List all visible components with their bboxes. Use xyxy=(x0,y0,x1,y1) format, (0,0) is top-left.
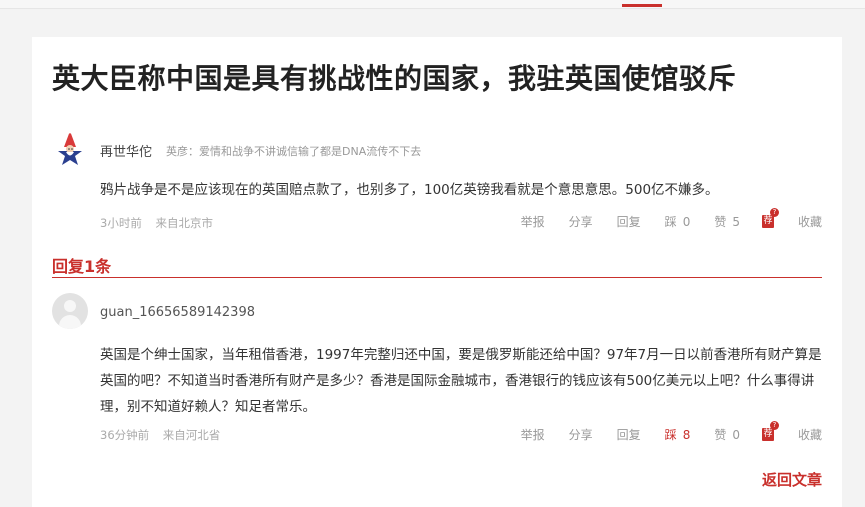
downvote-button[interactable]: 踩0 xyxy=(665,213,691,230)
comment-signature: 英彦：爱情和战争不讲诚信输了都是DNA流传不下去 xyxy=(166,145,422,158)
recommend-help-badge: ? xyxy=(769,421,779,430)
top-nav-bar xyxy=(0,0,865,9)
reply-time: 36分钟前 xyxy=(100,428,150,442)
recommend-badge-icon[interactable]: 荐? xyxy=(761,421,779,441)
upvote-count: 0 xyxy=(732,428,740,442)
reply-location: 来自河北省 xyxy=(162,428,221,442)
active-tab-indicator xyxy=(622,4,662,7)
reply-text: 英国是个绅士国家，当年租借香港，1997年完整归还中国，要是俄罗斯能还给中国？9… xyxy=(100,347,822,415)
reply-username[interactable]: guan_16656589142398 xyxy=(100,305,255,320)
replies-count-header: 回复1条 xyxy=(52,257,112,276)
recommend-label: 荐 xyxy=(763,429,773,439)
replies-divider xyxy=(52,277,822,278)
downvote-label: 踩 xyxy=(664,215,677,229)
downvote-button[interactable]: 踩8 xyxy=(665,426,691,443)
comment-meta: 3小时前 来自北京市 xyxy=(100,215,223,231)
upvote-button[interactable]: 赞5 xyxy=(714,213,740,230)
upvote-label: 赞 xyxy=(714,428,727,442)
report-button[interactable]: 举报 xyxy=(521,426,545,443)
comment-location: 来自北京市 xyxy=(155,216,213,230)
collect-button[interactable]: 收藏 xyxy=(798,426,822,443)
downvote-count: 8 xyxy=(682,428,691,442)
share-button[interactable]: 分享 xyxy=(569,213,593,230)
reply-button[interactable]: 回复 xyxy=(617,426,641,443)
recommend-label: 荐 xyxy=(763,216,773,226)
recommend-badge-icon[interactable]: 荐? xyxy=(761,208,779,228)
downvote-count: 0 xyxy=(682,215,691,229)
upvote-count: 5 xyxy=(732,215,740,229)
downvote-label: 踩 xyxy=(664,428,677,442)
page-title: 英大臣称中国是具有挑战性的国家，我驻英国使馆驳斥 xyxy=(52,62,737,95)
avatar-head-shape xyxy=(64,300,76,312)
reply-button[interactable]: 回复 xyxy=(617,213,641,230)
comment-text: 鸦片战争是不是应该现在的英国赔点款了，也别多了，100亿英镑我看就是个意思意思。… xyxy=(100,182,719,198)
reply-meta: 36分钟前 来自河北省 xyxy=(100,427,230,443)
share-button[interactable]: 分享 xyxy=(569,426,593,443)
comment-detail-card: 英大臣称中国是具有挑战性的国家，我驻英国使馆驳斥 再世华佗 英彦：爱情和战争不讲… xyxy=(32,37,842,507)
report-button[interactable]: 举报 xyxy=(521,213,545,230)
upvote-label: 赞 xyxy=(714,215,727,229)
reply-avatar-icon[interactable] xyxy=(52,293,88,329)
main-avatar-icon[interactable] xyxy=(50,129,90,169)
comment-time: 3小时前 xyxy=(100,216,142,230)
back-to-article-link[interactable]: 返回文章 xyxy=(762,469,822,490)
reply-actions: 举报 分享 回复 踩8 赞0 荐? 收藏 xyxy=(497,421,822,443)
avatar-body-shape xyxy=(59,315,81,329)
collect-button[interactable]: 收藏 xyxy=(798,213,822,230)
comment-username[interactable]: 再世华佗 xyxy=(100,141,152,160)
recommend-help-badge: ? xyxy=(769,208,779,217)
upvote-button[interactable]: 赞0 xyxy=(714,426,740,443)
comment-actions: 举报 分享 回复 踩0 赞5 荐? 收藏 xyxy=(497,208,822,230)
